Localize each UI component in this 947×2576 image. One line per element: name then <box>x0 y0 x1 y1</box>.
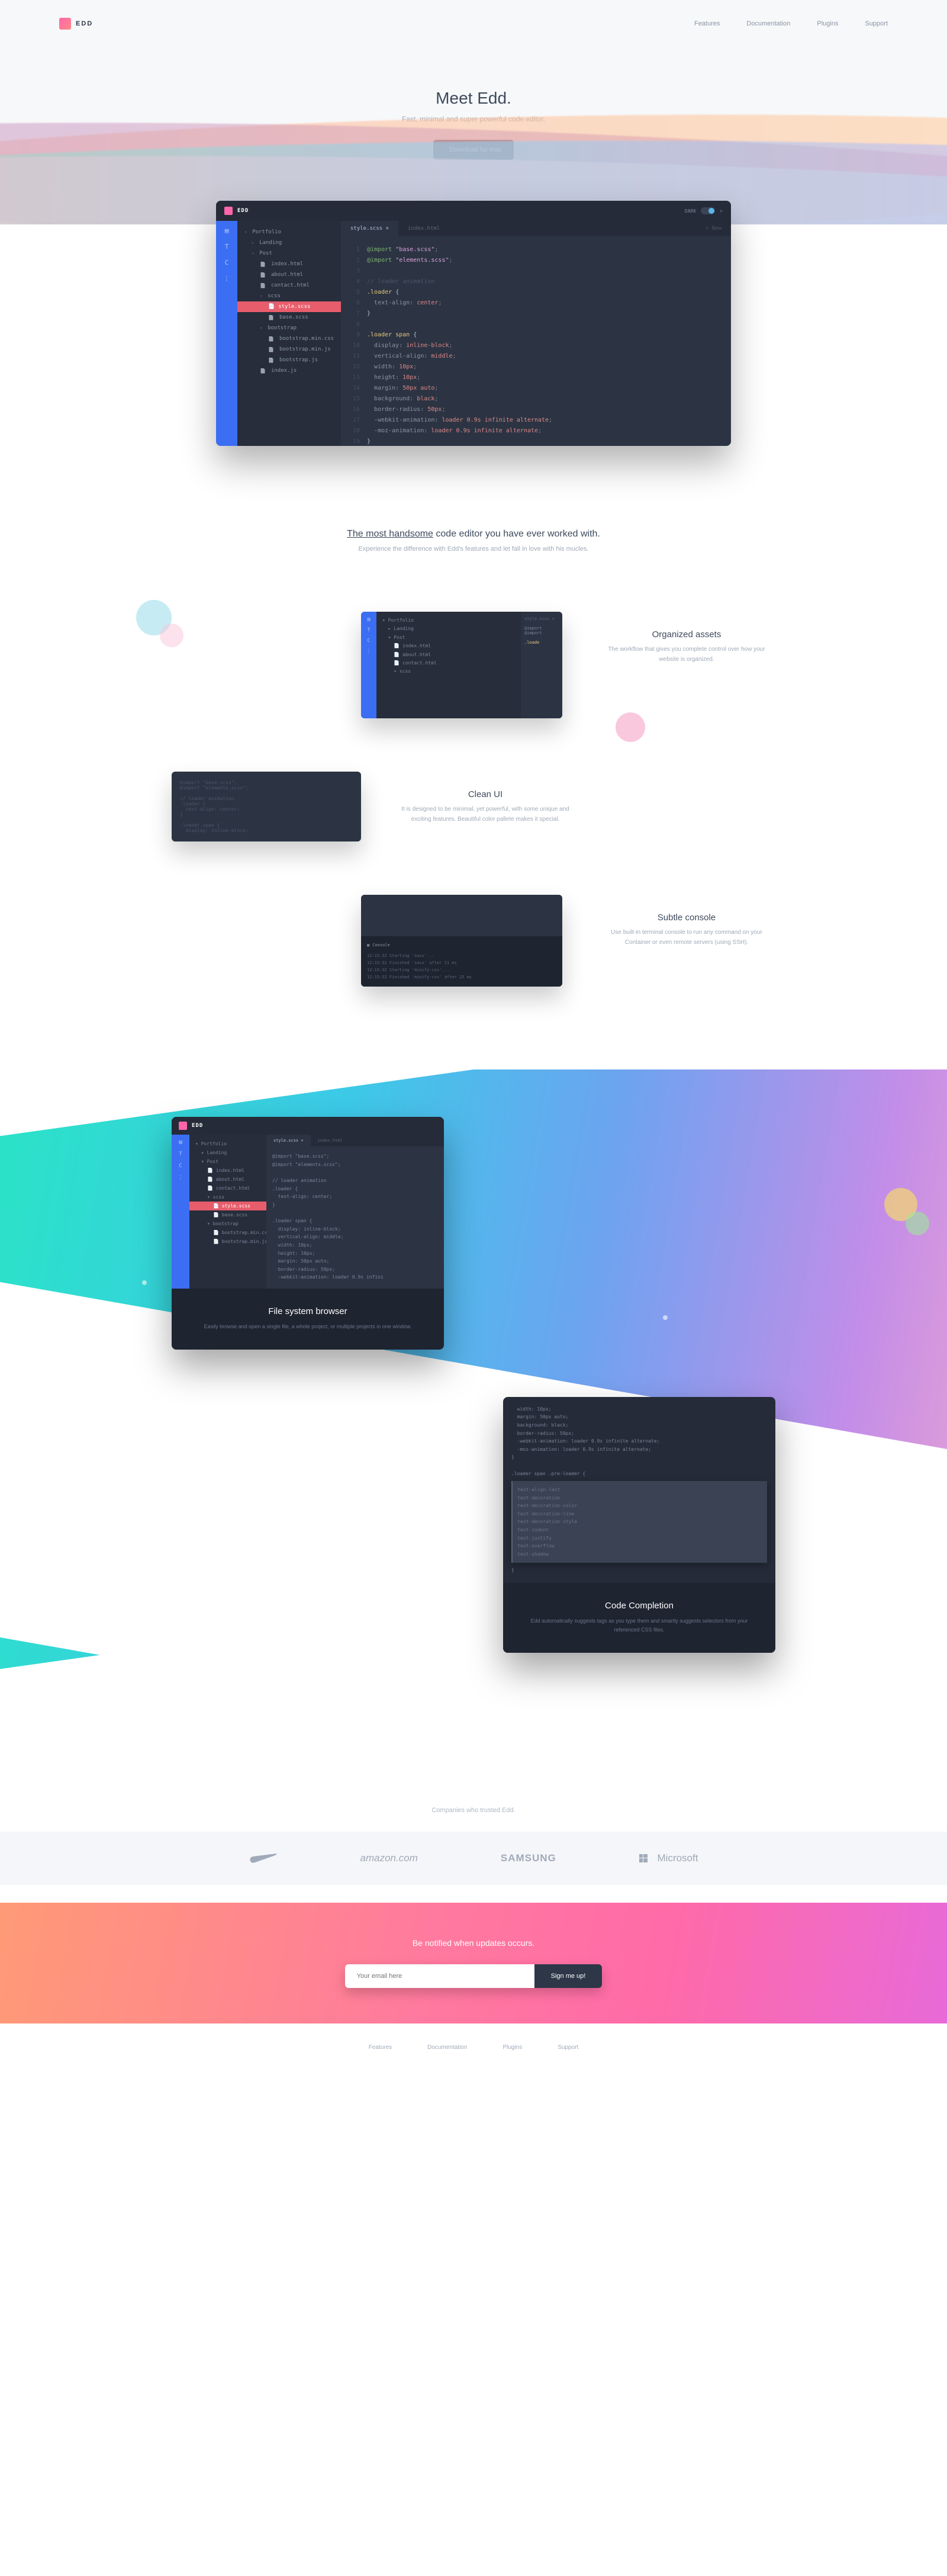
feature-desc: The workflow that gives you complete con… <box>598 644 775 664</box>
fs-card-tree: ▾ Portfolio ▸ Landing ▾ Post 📄 index.htm… <box>189 1135 266 1289</box>
editor-logo-icon <box>224 207 233 215</box>
footer-features[interactable]: Features <box>369 2044 392 2051</box>
card-title: File system browser <box>195 1306 420 1316</box>
windows-icon <box>639 1854 648 1862</box>
tab-new[interactable]: + New <box>696 221 731 236</box>
nav-features[interactable]: Features <box>694 20 720 27</box>
site-footer: Features Documentation Plugins Support <box>0 2023 947 2071</box>
feature-desc: It is designed to be minimal, yet powerf… <box>397 804 574 824</box>
samsung-logo: SAMSUNG <box>501 1852 556 1864</box>
file-style-scss[interactable]: 📄 style.scss <box>237 301 341 312</box>
signup-section: Be notified when updates occurs. Sign me… <box>0 1903 947 2023</box>
folder-post[interactable]: Post <box>237 248 341 259</box>
brand-logo-icon <box>59 18 71 30</box>
organized-tree: ▾ Portfolio ▸ Landing ▾ Post 📄 index.htm… <box>376 612 521 718</box>
showcase-section: EDD ▤TC⋮ ▾ Portfolio ▸ Landing ▾ Post 📄 … <box>0 1069 947 1771</box>
footer-support[interactable]: Support <box>558 2044 578 2051</box>
nike-logo-icon <box>249 1853 278 1864</box>
file-bootstrap-js[interactable]: bootstrap.js <box>237 355 341 365</box>
nav-documentation[interactable]: Documentation <box>746 20 790 27</box>
organized-code-peek: style.scss × @import @import .loade <box>521 612 562 718</box>
companies-section: Companies who trusted Edd. amazon.com SA… <box>0 1771 947 1903</box>
card-desc: Edd automatically suggests tags as you t… <box>527 1617 752 1635</box>
signup-form: Sign me up! <box>345 1964 603 1988</box>
terminal-icon: ▣ <box>367 942 369 949</box>
folder-scss[interactable]: scss <box>237 291 341 301</box>
editor-mockup: EDD DARK ⌕ ▤ T C ⋮ Portfolio Landing Pos… <box>216 201 731 446</box>
folder-bootstrap[interactable]: bootstrap <box>237 323 341 333</box>
tab-style-scss[interactable]: style.scss × <box>341 221 398 236</box>
nav-support[interactable]: Support <box>865 20 888 27</box>
editor-tabs: style.scss × index.html + New <box>341 221 731 236</box>
autocomplete-popup[interactable]: text-align-lasttext-decorationtext-decor… <box>511 1481 767 1563</box>
file-tree: Portfolio Landing Post index.html about.… <box>237 221 341 446</box>
signup-label: Be notified when updates occurs. <box>0 1938 947 1948</box>
brand-name: EDD <box>76 20 93 27</box>
feature-console: Subtle console Use built-in terminal con… <box>172 895 775 987</box>
feature-desc: Use built-in terminal console to run any… <box>598 927 775 947</box>
file-index-html[interactable]: index.html <box>237 259 341 269</box>
nav-plugins[interactable]: Plugins <box>817 20 838 27</box>
email-input[interactable] <box>345 1964 534 1988</box>
feature-title: Clean UI <box>397 789 574 799</box>
folder-landing[interactable]: Landing <box>237 237 341 248</box>
companies-label: Companies who trusted Edd. <box>0 1807 947 1814</box>
signup-button[interactable]: Sign me up! <box>534 1964 603 1988</box>
folder-root[interactable]: Portfolio <box>237 227 341 237</box>
footer-plugins[interactable]: Plugins <box>503 2044 522 2051</box>
intro-section: The most handsome code editor you have e… <box>0 446 947 612</box>
files-icon[interactable]: ▤ <box>225 227 229 235</box>
company-logos: amazon.com SAMSUNG Microsoft <box>0 1832 947 1885</box>
clean-card: @import "base.scss"; @import "elements.s… <box>172 772 361 841</box>
feature-title: Organized assets <box>598 629 775 640</box>
files-icon: ▤ <box>179 1139 182 1145</box>
file-bootstrap-min-js[interactable]: bootstrap.min.js <box>237 344 341 355</box>
code-content[interactable]: 1@import "base.scss"; 2@import "elements… <box>341 236 731 446</box>
completion-code: width: 10px; margin: 50px auto; backgrou… <box>503 1397 775 1583</box>
tag-icon[interactable]: T <box>225 243 229 250</box>
tab-index-html[interactable]: index.html <box>398 221 449 236</box>
intro-sub: Experience the difference with Edd's fea… <box>12 545 935 553</box>
footer-documentation[interactable]: Documentation <box>427 2044 467 2051</box>
dark-mode-label: DARK <box>685 208 696 214</box>
code-editor: style.scss × index.html + New 1@import "… <box>341 221 731 446</box>
intro-heading: The most handsome code editor you have e… <box>12 529 935 539</box>
file-base-scss[interactable]: base.scss <box>237 312 341 323</box>
editor-titlebar: EDD DARK ⌕ <box>216 201 731 221</box>
amazon-logo: amazon.com <box>360 1852 418 1864</box>
site-header: EDD Features Documentation Plugins Suppo… <box>0 0 947 47</box>
filesystem-card: EDD ▤TC⋮ ▾ Portfolio ▸ Landing ▾ Post 📄 … <box>172 1117 444 1349</box>
microsoft-logo: Microsoft <box>639 1852 698 1864</box>
feature-organized: Organized assets The workflow that gives… <box>172 612 775 718</box>
feature-clean: @import "base.scss"; @import "elements.s… <box>172 772 775 841</box>
file-contact-html[interactable]: contact.html <box>237 280 341 291</box>
feature-title: Subtle console <box>598 913 775 923</box>
file-about-html[interactable]: about.html <box>237 269 341 280</box>
search-icon[interactable]: ⌕ <box>720 208 723 214</box>
completion-card: width: 10px; margin: 50px auto; backgrou… <box>503 1397 775 1653</box>
files-icon: ▤ <box>368 616 371 622</box>
card-title: Code Completion <box>527 1601 752 1611</box>
organized-card: ▤TC⋮ ▾ Portfolio ▸ Landing ▾ Post 📄 inde… <box>361 612 562 718</box>
features-section: Organized assets The workflow that gives… <box>148 612 799 987</box>
primary-nav: Features Documentation Plugins Support <box>694 20 888 27</box>
hero-section: Meet Edd. Fast, minimal and super powerf… <box>0 47 947 224</box>
decor-circle-icon <box>616 712 645 742</box>
editor-brand: EDD <box>237 208 249 214</box>
menu-icon[interactable]: ⋮ <box>224 275 230 282</box>
card-desc: Easily browse and open a single file, a … <box>195 1322 420 1331</box>
dark-mode-toggle[interactable] <box>701 207 715 214</box>
brand-lockup[interactable]: EDD <box>59 18 93 30</box>
console-card: ▣Console 12:15:32 Starting 'sass'... 12:… <box>361 895 562 987</box>
file-index-js[interactable]: index.js <box>237 365 341 376</box>
editor-logo-icon <box>179 1122 187 1130</box>
editor-activity-bar: ▤ T C ⋮ <box>216 221 237 446</box>
console-icon[interactable]: C <box>225 259 229 266</box>
file-bootstrap-css[interactable]: bootstrap.min.css <box>237 333 341 344</box>
